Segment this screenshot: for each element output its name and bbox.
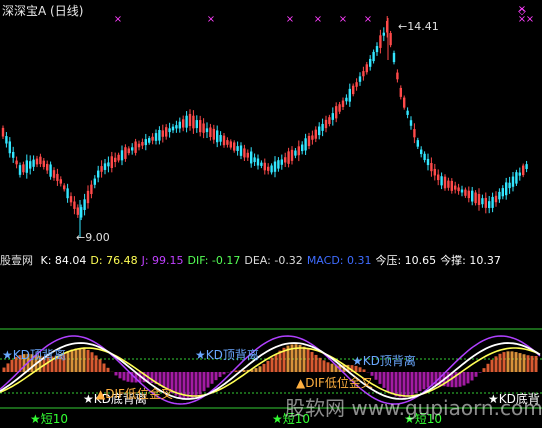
macd-bar	[70, 349, 74, 372]
macd-bar	[306, 349, 310, 372]
macd-bar	[90, 352, 94, 372]
macd-bar	[446, 372, 450, 387]
macd-bar	[298, 344, 302, 372]
macd-bar	[382, 372, 386, 388]
macd-bar	[426, 372, 430, 388]
macd-bar	[330, 363, 334, 372]
macd-bar	[106, 367, 110, 372]
macd-bar	[86, 349, 90, 372]
signal-kd-top-1: ★KD顶背离	[2, 348, 66, 362]
macd-bar	[270, 357, 274, 372]
macd-bar	[82, 348, 86, 372]
macd-bar	[506, 351, 510, 372]
watermark: 股软网 www.gupiaorn.com	[285, 396, 542, 420]
star-icon: ★	[2, 348, 13, 362]
macd-bar	[522, 354, 526, 372]
signal-kd-top-2: ★KD顶背离	[195, 348, 259, 362]
star-icon: ★	[195, 348, 206, 362]
macd-bar	[502, 352, 506, 372]
macd-bar	[534, 356, 538, 372]
macd-bar	[510, 351, 514, 372]
macd-bar	[126, 372, 130, 382]
macd-bar	[414, 372, 418, 394]
macd-bar	[518, 353, 522, 372]
macd-bar	[210, 372, 214, 384]
triangle-icon: ▲	[296, 376, 306, 390]
macd-bar	[202, 372, 206, 392]
macd-bar	[530, 355, 534, 372]
macd-bar	[386, 372, 390, 392]
star-icon: ★	[272, 412, 283, 426]
macd-bar	[66, 351, 70, 372]
macd-bar	[2, 367, 6, 372]
signal-short10-1: ★短10	[30, 412, 69, 426]
macd-bar	[314, 354, 318, 372]
macd-bar	[234, 370, 238, 372]
macd-bar	[78, 348, 82, 372]
macd-bar	[474, 372, 478, 377]
indicator-chart[interactable]	[0, 0, 542, 428]
macd-bar	[214, 372, 218, 381]
macd-bar	[326, 362, 330, 372]
signal-dif-golden-2: ▲DIF低位金叉	[296, 376, 373, 390]
macd-bar	[494, 356, 498, 372]
macd-bar	[258, 366, 262, 372]
macd-bar	[6, 363, 10, 372]
macd-bar	[322, 360, 326, 372]
macd-bar	[274, 353, 278, 372]
macd-bar	[122, 372, 126, 381]
macd-bar	[478, 372, 482, 373]
star-icon: ★	[83, 392, 94, 406]
signal-kd-top-3: ★KD顶背离	[352, 354, 416, 368]
macd-bar	[498, 353, 502, 372]
macd-bar	[482, 368, 486, 372]
macd-bar	[222, 372, 226, 375]
macd-bar	[526, 355, 530, 372]
macd-bar	[194, 372, 198, 398]
macd-bar	[470, 372, 474, 381]
star-icon: ★	[30, 412, 41, 426]
macd-bar	[74, 348, 78, 372]
macd-bar	[310, 351, 314, 372]
macd-bar	[266, 360, 270, 372]
macd-bar	[198, 372, 202, 395]
macd-bar	[118, 372, 122, 379]
macd-bar	[418, 372, 422, 392]
macd-bar	[98, 359, 102, 372]
macd-bar	[466, 372, 470, 384]
macd-bar	[302, 346, 306, 372]
macd-bar	[278, 350, 282, 372]
macd-bar	[102, 363, 106, 372]
signal-dif-golden-1: ▲DIF低位金叉	[96, 387, 173, 401]
triangle-icon: ▲	[96, 387, 106, 401]
macd-bar	[490, 359, 494, 372]
macd-bar	[114, 372, 118, 376]
star-icon: ★	[352, 354, 363, 368]
macd-bar	[462, 372, 466, 386]
macd-bar	[190, 372, 194, 399]
macd-bar	[94, 355, 98, 372]
macd-bar	[206, 372, 210, 388]
macd-bar	[378, 372, 382, 384]
macd-bar	[362, 369, 366, 372]
macd-bar	[318, 357, 322, 372]
macd-bar	[254, 368, 258, 372]
macd-bar	[374, 372, 378, 380]
macd-bar	[218, 372, 222, 377]
macd-bar	[262, 363, 266, 372]
macd-bar	[486, 363, 490, 372]
macd-bar	[422, 372, 426, 390]
macd-bar	[514, 352, 518, 372]
